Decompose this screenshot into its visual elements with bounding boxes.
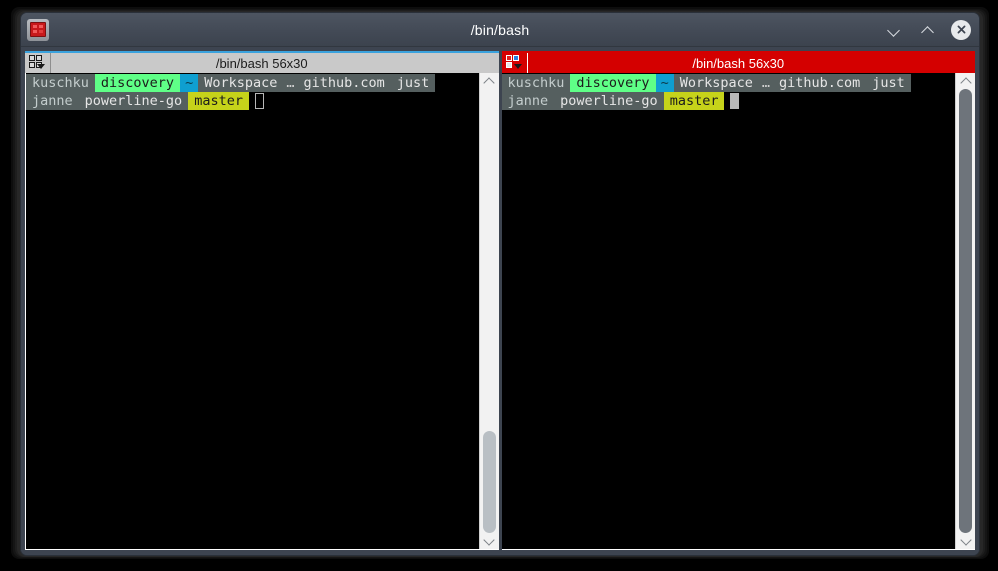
scroll-down-icon[interactable] bbox=[480, 533, 499, 549]
terminal-output-right[interactable]: kuschku discovery ~ Workspace… github.com jus… bbox=[501, 73, 956, 549]
prompt-git-user: janne bbox=[501, 92, 555, 110]
prompt-path-second: github.com bbox=[773, 74, 867, 92]
window-controls bbox=[883, 19, 971, 40]
desktop-background: /bin/bash /bin/bash 56x30 kuschku discov… bbox=[0, 0, 998, 571]
terminal-pane-right[interactable]: /bin/bash 56x30 kuschku discovery ~ Workspa… bbox=[501, 51, 975, 550]
minimize-button[interactable] bbox=[883, 20, 903, 40]
prompt-user: kuschku bbox=[26, 74, 95, 92]
prompt-path-ellipsis: … bbox=[283, 74, 298, 92]
prompt-home: ~ bbox=[655, 74, 674, 92]
prompt-branch: master bbox=[188, 92, 249, 110]
scroll-up-icon[interactable] bbox=[480, 73, 499, 89]
close-button[interactable] bbox=[951, 19, 971, 40]
prompt-repo: powerline-go bbox=[78, 92, 189, 110]
chevron-down-icon bbox=[513, 64, 522, 69]
prompt-path-second: github.com bbox=[297, 74, 391, 92]
split-layout-icon[interactable] bbox=[505, 55, 523, 71]
prompt-host: discovery bbox=[570, 74, 656, 92]
prompt-path-first: Workspace bbox=[198, 74, 284, 92]
prompt-line-1: kuschku discovery ~ Workspace… github.com jus… bbox=[26, 74, 479, 92]
scrollbar-right[interactable] bbox=[955, 73, 975, 549]
chevron-down-icon bbox=[37, 64, 45, 69]
terminal-pane-left[interactable]: /bin/bash 56x30 kuschku discovery ~ Workspa… bbox=[25, 51, 499, 550]
prompt-line-1: kuschku discovery ~ Workspace… github.com jus… bbox=[501, 74, 956, 92]
prompt-branch: master bbox=[663, 92, 725, 110]
scrollbar-track[interactable] bbox=[956, 89, 975, 533]
terminal-output-left[interactable]: kuschku discovery ~ Workspace… github.com jus… bbox=[26, 73, 479, 549]
prompt-user: kuschku bbox=[501, 74, 571, 92]
terminal-window: /bin/bash /bin/bash 56x30 kuschku discov… bbox=[20, 12, 980, 556]
pane-title-right: /bin/bash 56x30 bbox=[692, 55, 785, 71]
prompt-path-third: just bbox=[866, 74, 911, 92]
prompt-line-2: janne powerline-go master bbox=[26, 92, 479, 110]
prompt-git-user: janne bbox=[26, 92, 79, 110]
terminal-cursor bbox=[254, 93, 264, 109]
header-divider bbox=[526, 53, 528, 73]
scrollbar-track[interactable] bbox=[479, 89, 499, 533]
terminal-pane-container: /bin/bash 56x30 kuschku discovery ~ Workspa… bbox=[21, 47, 979, 555]
scroll-up-icon[interactable] bbox=[956, 73, 975, 89]
chevron-down-icon bbox=[888, 24, 899, 35]
scrollbar-thumb[interactable] bbox=[959, 89, 972, 533]
close-icon bbox=[951, 19, 971, 40]
pane-title-left: /bin/bash 56x30 bbox=[215, 55, 308, 71]
prompt-line-2: janne powerline-go master bbox=[501, 92, 956, 110]
window-titlebar[interactable]: /bin/bash bbox=[21, 13, 979, 47]
scroll-down-icon[interactable] bbox=[956, 533, 975, 549]
prompt-path-first: Workspace bbox=[673, 74, 759, 92]
scrollbar-thumb[interactable] bbox=[482, 430, 496, 533]
prompt-path-ellipsis: … bbox=[758, 74, 773, 92]
header-divider bbox=[50, 53, 51, 73]
pane-header-right[interactable]: /bin/bash 56x30 bbox=[501, 53, 975, 73]
prompt-path-third: just bbox=[390, 74, 436, 92]
pane-body-right: kuschku discovery ~ Workspace… github.com jus… bbox=[501, 73, 975, 550]
scrollbar-left[interactable] bbox=[478, 73, 499, 549]
split-layout-icon[interactable] bbox=[29, 55, 46, 71]
pane-body-left: kuschku discovery ~ Workspace… github.com jus… bbox=[25, 73, 499, 550]
terminal-cursor bbox=[730, 93, 740, 109]
terminal-icon bbox=[27, 18, 49, 41]
prompt-host: discovery bbox=[94, 74, 181, 92]
prompt-home: ~ bbox=[180, 74, 199, 92]
prompt-repo: powerline-go bbox=[554, 92, 664, 110]
chevron-up-icon bbox=[922, 24, 933, 35]
window-title: /bin/bash bbox=[470, 21, 530, 38]
maximize-button[interactable] bbox=[917, 20, 937, 40]
pane-header-left[interactable]: /bin/bash 56x30 bbox=[25, 53, 499, 73]
